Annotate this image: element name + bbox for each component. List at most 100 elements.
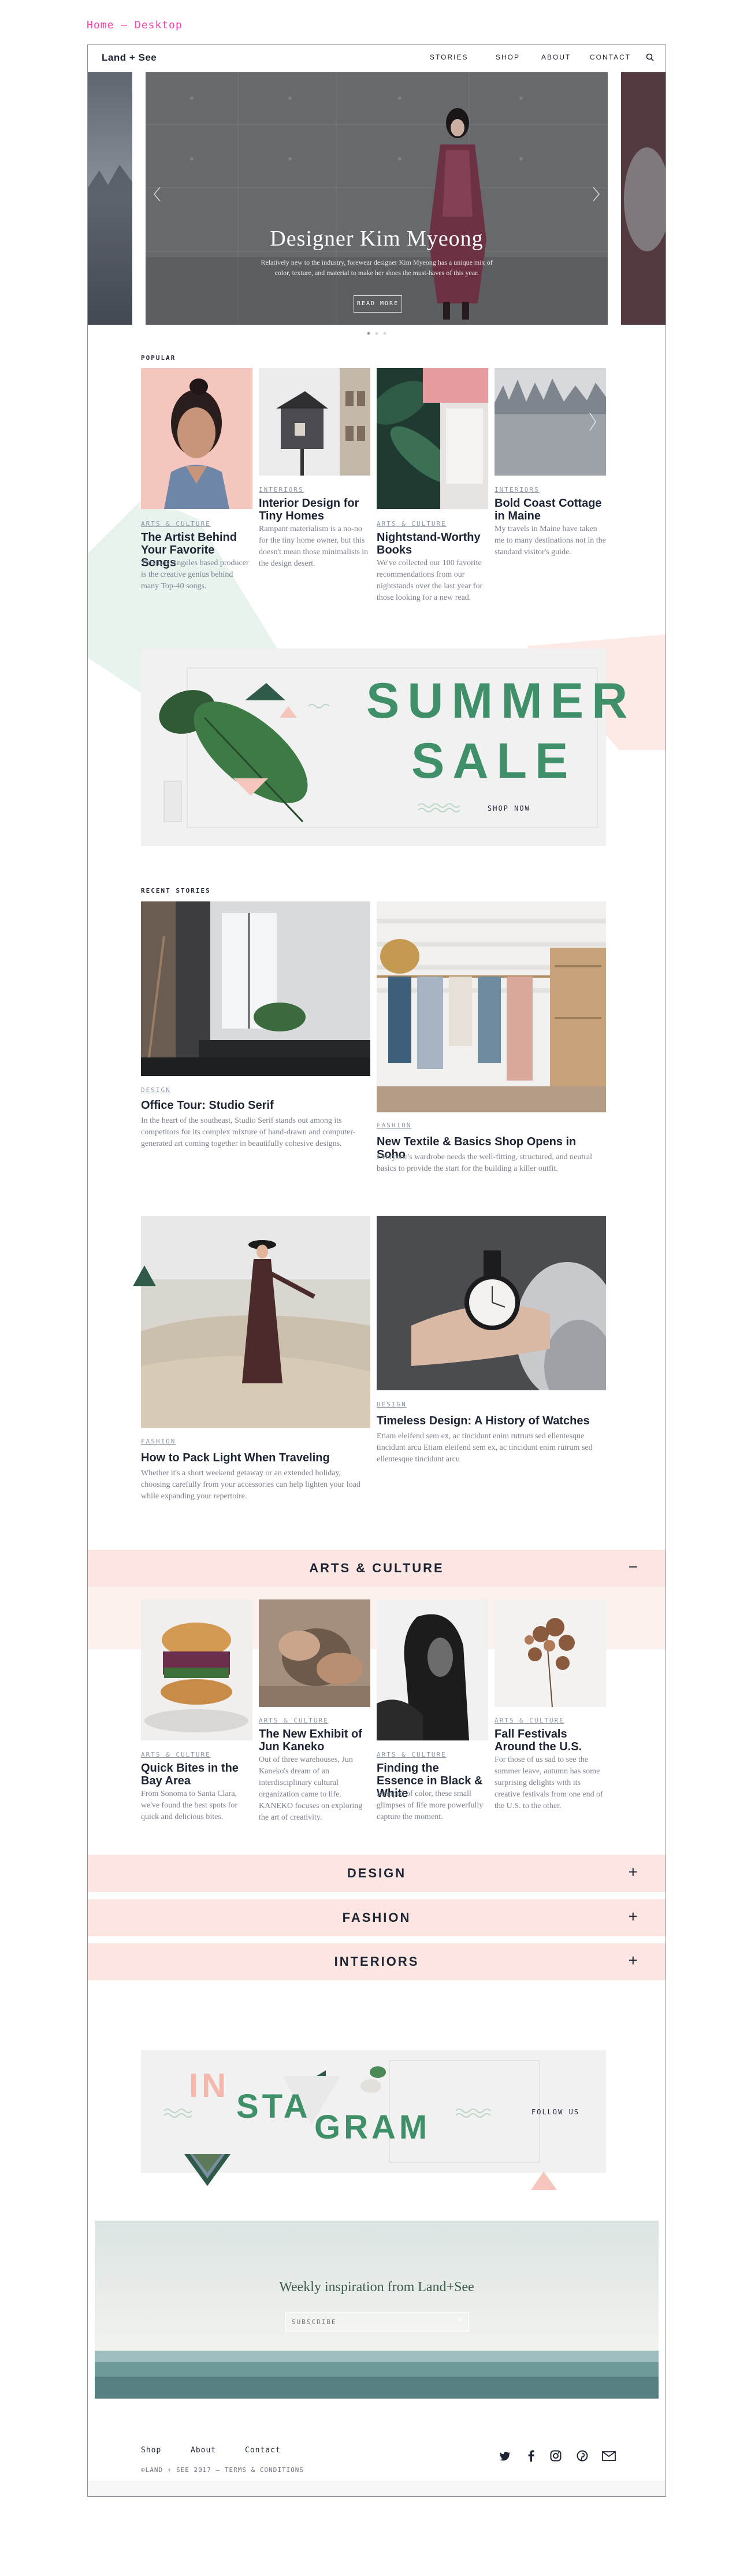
arts-card-image-3[interactable] (377, 1599, 488, 1740)
recent-card-body-2: Everyone's wardrobe needs the well-fitti… (377, 1153, 593, 1173)
popular-card-image-2[interactable] (259, 368, 370, 476)
arts-card-image-1[interactable] (141, 1599, 252, 1740)
newsletter-heading-prefix: Weekly inspiration from (279, 2280, 418, 2295)
arts-card-title-2[interactable]: The New Exhibit of Jun Kaneko (259, 1728, 370, 1753)
popular-card-tag-4[interactable]: INTERIORS (495, 486, 540, 493)
arts-card-title-4[interactable]: Fall Festivals Around the U.S. (495, 1728, 606, 1753)
accordion-fashion[interactable]: FASHION + (88, 1899, 666, 1936)
popular-card-body-2: Rampant materialism is a no-no for the t… (259, 525, 369, 568)
next-slide-preview[interactable] (621, 72, 666, 325)
popular-card-body-1: This Los Angeles based producer is the c… (141, 559, 249, 591)
hero-read-more-button[interactable]: READ MORE (354, 295, 402, 313)
hero-image (146, 72, 608, 325)
instagram-letters-in: IN (189, 2067, 229, 2104)
instagram-letters-gram: GRAM (314, 2109, 431, 2146)
mail-icon[interactable] (602, 2451, 616, 2461)
recent-card-image-2[interactable] (377, 901, 606, 1112)
arts-card-body-2: Out of three warehouses, Jun Kaneko's dr… (259, 1755, 363, 1822)
arts-card-tag-3[interactable]: ARTS & CULTURE (377, 1751, 447, 1758)
popular-card-tag-1[interactable]: ARTS & CULTURE (141, 520, 211, 528)
subscribe-submit-icon[interactable]: × (458, 2315, 463, 2326)
instagram-letters-sta: STA (236, 2088, 311, 2125)
pinterest-icon[interactable] (577, 2450, 588, 2462)
nav-about[interactable]: ABOUT (541, 53, 571, 61)
popular-card-tag-3[interactable]: ARTS & CULTURE (377, 520, 447, 528)
accordion-arts-culture[interactable]: ARTS & CULTURE − (88, 1550, 666, 1587)
recent-card-title-4[interactable]: Timeless Design: A History of Watches (377, 1415, 606, 1427)
accordion-fashion-title: FASHION (342, 1910, 411, 1925)
popular-card-tag-2[interactable]: INTERIORS (259, 486, 304, 493)
arts-card-body-4: For those of us sad to see the summer le… (495, 1755, 603, 1810)
accordion-interiors-title: INTERIORS (334, 1954, 419, 1969)
carousel-next-icon[interactable] (590, 185, 602, 203)
carousel-dots[interactable] (365, 331, 388, 336)
recent-card-image-1[interactable] (141, 901, 370, 1076)
nav-contact[interactable]: CONTACT (590, 53, 631, 61)
site-logo[interactable]: Land + See (102, 52, 157, 64)
expand-icon[interactable]: + (629, 1907, 638, 1926)
facebook-icon[interactable] (527, 2450, 535, 2462)
instagram-banner[interactable]: IN STA GRAM FOLLOW US (141, 2050, 606, 2190)
shop-now-button[interactable]: SHOP NOW (488, 804, 530, 812)
instagram-icon[interactable] (550, 2450, 562, 2462)
subscribe-input[interactable] (291, 2315, 449, 2329)
newsletter-heading-brand: Land+See (418, 2280, 474, 2295)
arts-card-image-4[interactable] (495, 1599, 606, 1707)
popular-card-body-4: My travels in Maine have taken me to man… (495, 525, 606, 556)
recent-card-body-3: Whether it's a short weekend getaway or … (141, 1469, 360, 1501)
page-frame: Land + See STORIES SHOP ABOUT CONTACT De… (87, 44, 666, 2497)
recent-card-body-1: In the heart of the southeast, Studio Se… (141, 1116, 356, 1148)
subscribe-form: × (285, 2312, 469, 2332)
prev-slide-preview[interactable] (88, 72, 132, 325)
newsletter-image (95, 2221, 659, 2399)
recent-card-title-3[interactable]: How to Pack Light When Traveling (141, 1452, 370, 1464)
arts-card-title-1[interactable]: Quick Bites in the Bay Area (141, 1762, 252, 1787)
newsletter-heading: Weekly inspiration from Land+See (95, 2280, 659, 2295)
recent-card-tag-3[interactable]: FASHION (141, 1438, 176, 1445)
popular-card-image-3[interactable] (377, 368, 488, 509)
summer-sale-banner[interactable]: SUMMER SALE SHOP NOW (141, 648, 627, 846)
popular-card-title-2[interactable]: Interior Design for Tiny Homes (259, 497, 370, 522)
popular-card-title-3[interactable]: Nightstand-Worthy Books (377, 531, 488, 556)
popular-card-image-4[interactable] (495, 368, 606, 476)
recent-card-body-4: Etiam eleifend sem ex, ac tincidunt enim… (377, 1432, 593, 1464)
expand-icon[interactable]: + (629, 1951, 638, 1970)
summer-sale-line-2: SALE (411, 733, 577, 789)
footer-link-contact[interactable]: Contact (245, 2446, 281, 2455)
nav-shop[interactable]: SHOP (496, 53, 520, 61)
hero-subtitle: Relatively new to the industry, forewear… (261, 258, 493, 277)
newsletter-section: Weekly inspiration from Land+See × (95, 2221, 659, 2399)
decor-triangle (133, 1265, 156, 1286)
footer-link-about[interactable]: About (191, 2446, 216, 2455)
footer-bottom-strip (88, 2481, 666, 2496)
arts-card-body-3: Stripped of color, these small glimpses … (377, 1790, 484, 1821)
footer-copyright[interactable]: ©LAND + SEE 2017 — TERMS & CONDITIONS (141, 2466, 304, 2474)
recent-card-title-1[interactable]: Office Tour: Studio Serif (141, 1099, 370, 1112)
expand-icon[interactable]: + (629, 1863, 638, 1881)
recent-card-image-4[interactable] (377, 1216, 606, 1390)
recent-card-tag-4[interactable]: DESIGN (377, 1401, 407, 1408)
arts-card-tag-2[interactable]: ARTS & CULTURE (259, 1717, 329, 1724)
footer-link-shop[interactable]: Shop (141, 2446, 161, 2455)
popular-card-title-4[interactable]: Bold Coast Cottage in Maine (495, 497, 606, 522)
arts-card-image-2[interactable] (259, 1599, 370, 1707)
arts-card-tag-4[interactable]: ARTS & CULTURE (495, 1717, 564, 1724)
summer-sale-line-1: SUMMER (366, 673, 636, 729)
arts-card-tag-1[interactable]: ARTS & CULTURE (141, 1751, 211, 1758)
nav-stories[interactable]: STORIES (430, 53, 468, 61)
popular-card-body-3: We've collected our 100 favorite recomme… (377, 559, 483, 602)
collapse-icon[interactable]: − (629, 1558, 638, 1576)
accordion-design[interactable]: DESIGN + (88, 1855, 666, 1892)
popular-card-image-1[interactable] (141, 368, 252, 509)
carousel-prev-icon[interactable] (151, 185, 163, 203)
popular-section-label: POPULAR (141, 354, 176, 362)
accordion-interiors[interactable]: INTERIORS + (88, 1943, 666, 1980)
recent-card-tag-2[interactable]: FASHION (377, 1122, 411, 1129)
search-icon[interactable] (646, 53, 654, 61)
recent-card-tag-1[interactable]: DESIGN (141, 1086, 171, 1094)
accordion-design-title: DESIGN (347, 1866, 407, 1880)
hero-slide: Designer Kim Myeong Relatively new to th… (146, 72, 608, 325)
recent-card-image-3[interactable] (141, 1216, 370, 1428)
follow-us-link[interactable]: FOLLOW US (531, 2108, 579, 2116)
twitter-icon[interactable] (499, 2450, 511, 2462)
